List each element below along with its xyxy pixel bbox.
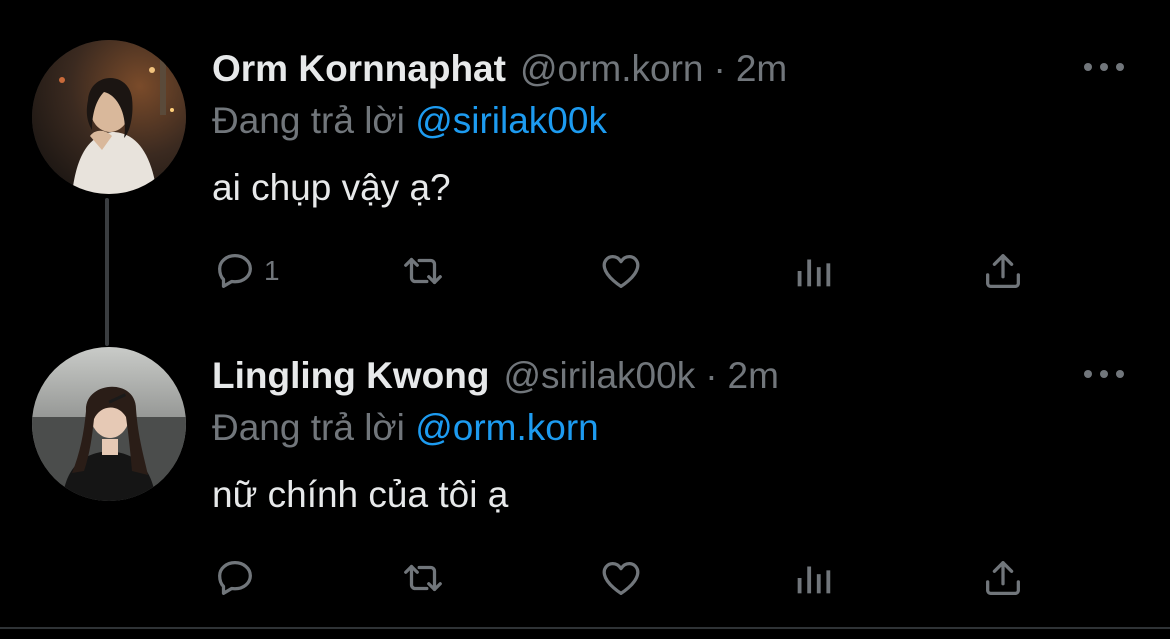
- separator-dot: ·: [713, 48, 726, 89]
- reply-mention-link[interactable]: @sirilak00k: [415, 100, 607, 141]
- user-handle[interactable]: @orm.korn: [520, 47, 704, 91]
- more-icon: [1100, 63, 1108, 71]
- tweet-header: Orm Kornnaphat @orm.korn · 2m: [212, 47, 787, 91]
- replying-to: Đang trả lời @sirilak00k: [212, 99, 607, 143]
- more-options-button[interactable]: [1084, 367, 1124, 381]
- tweet-actions: 1: [212, 246, 1042, 296]
- display-name[interactable]: Orm Kornnaphat: [212, 47, 506, 91]
- avatar-orm[interactable]: [32, 40, 186, 194]
- timestamp[interactable]: 2m: [736, 47, 787, 91]
- retweet-icon: [404, 257, 442, 285]
- separator-dot: ·: [705, 355, 718, 396]
- analytics-button[interactable]: [790, 553, 836, 603]
- share-button[interactable]: [980, 246, 1026, 296]
- analytics-icon: [797, 566, 831, 594]
- divider: [0, 627, 1170, 629]
- heart-icon: [602, 561, 640, 595]
- more-icon: [1100, 370, 1108, 378]
- more-icon: [1084, 370, 1092, 378]
- more-icon: [1116, 370, 1124, 378]
- tweet-text: ai chụp vậy ạ?: [212, 167, 451, 208]
- share-icon: [986, 254, 1020, 288]
- share-button[interactable]: [980, 553, 1026, 603]
- tweet-header: Lingling Kwong @sirilak00k · 2m: [212, 354, 779, 398]
- analytics-button[interactable]: [790, 246, 836, 296]
- retweet-button[interactable]: [400, 553, 446, 603]
- replying-to-label: Đang trả lời: [212, 100, 405, 141]
- user-handle[interactable]: @sirilak00k: [503, 354, 695, 398]
- tweet-text: nữ chính của tôi ạ: [212, 474, 509, 515]
- heart-icon: [602, 254, 640, 288]
- like-button[interactable]: [598, 553, 644, 603]
- reply-count: 1: [264, 255, 280, 286]
- reply-button[interactable]: [212, 553, 264, 603]
- share-icon: [986, 561, 1020, 595]
- reply-mention-link[interactable]: @orm.korn: [415, 407, 599, 448]
- like-button[interactable]: [598, 246, 644, 296]
- replying-to: Đang trả lời @orm.korn: [212, 406, 599, 450]
- more-icon: [1116, 63, 1124, 71]
- retweet-icon: [404, 564, 442, 592]
- replying-to-label: Đang trả lời: [212, 407, 405, 448]
- tweet-1[interactable]: Orm Kornnaphat @orm.korn · 2m Đang trả l…: [0, 0, 1170, 346]
- display-name[interactable]: Lingling Kwong: [212, 354, 489, 398]
- analytics-icon: [797, 259, 831, 287]
- avatar-lingling[interactable]: [32, 347, 186, 501]
- more-options-button[interactable]: [1084, 60, 1124, 74]
- more-icon: [1084, 63, 1092, 71]
- tweet-actions: [212, 553, 1042, 603]
- reply-icon: [218, 254, 252, 288]
- reply-icon: [218, 561, 252, 595]
- retweet-button[interactable]: [400, 246, 446, 296]
- tweet-2[interactable]: Lingling Kwong @sirilak00k · 2m Đang trả…: [0, 320, 1170, 639]
- reply-button[interactable]: 1: [212, 246, 280, 296]
- timestamp[interactable]: 2m: [728, 354, 779, 398]
